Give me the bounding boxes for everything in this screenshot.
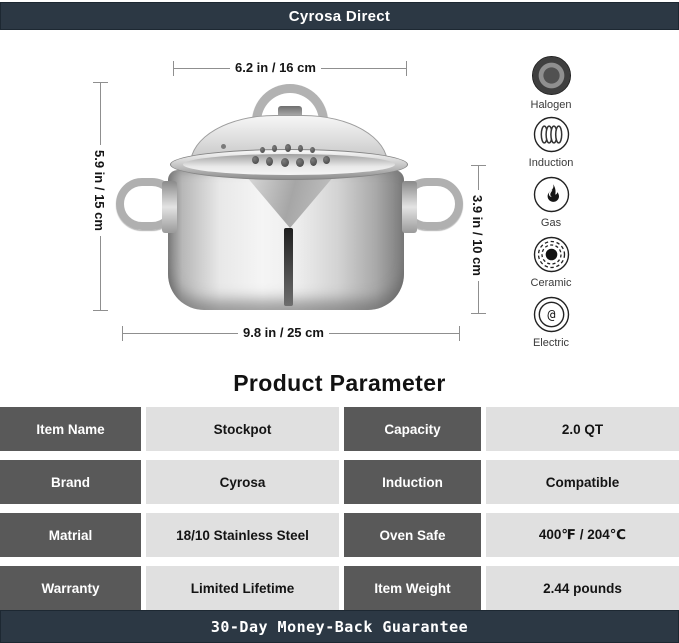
spec-value: Stockpot — [146, 407, 339, 451]
strainer-hole — [296, 158, 304, 167]
spec-value: 18/10 Stainless Steel — [146, 513, 339, 557]
compat-ceramic: Ceramic — [521, 236, 581, 289]
spec-label: Brand — [0, 460, 141, 504]
induction-label: Induction — [521, 157, 581, 169]
product-infographic: Cyrosa Direct 6.2 in / 16 cm — [0, 0, 679, 643]
compat-electric: @ Electric — [521, 296, 581, 349]
lid-screw — [221, 144, 226, 149]
dimension-top-label: 6.2 in / 16 cm — [230, 60, 321, 75]
spec-label: Capacity — [344, 407, 481, 451]
spec-label: Matrial — [0, 513, 141, 557]
spec-value: Cyrosa — [146, 460, 339, 504]
dimension-bottom-label: 9.8 in / 25 cm — [238, 325, 329, 340]
compat-halogen: Halogen — [521, 56, 581, 111]
spec-value: Limited Lifetime — [146, 566, 339, 610]
strainer-hole — [310, 147, 315, 153]
spec-label: Induction — [344, 460, 481, 504]
spec-value: 400℉ / 204℃ — [486, 513, 679, 557]
gas-label: Gas — [521, 217, 581, 229]
compat-induction: Induction — [521, 116, 581, 169]
spec-label: Oven Safe — [344, 513, 481, 557]
spec-table: Item Name Stockpot Capacity 2.0 QT Brand… — [0, 407, 679, 610]
electric-icon: @ — [533, 296, 570, 333]
guarantee-text: 30-Day Money-Back Guarantee — [211, 618, 468, 636]
halogen-icon — [532, 56, 571, 95]
pot-reflection-stripe — [284, 228, 293, 306]
dimension-left-label: 5.9 in / 15 cm — [92, 145, 107, 236]
brand-title: Cyrosa Direct — [289, 8, 390, 25]
brand-banner: Cyrosa Direct — [0, 2, 679, 30]
compat-gas: Gas — [521, 176, 581, 229]
strainer-hole — [252, 156, 259, 164]
halogen-label: Halogen — [521, 99, 581, 111]
pot-right-handle-mount — [402, 181, 417, 233]
strainer-hole — [285, 144, 291, 152]
page-title: Product Parameter — [0, 370, 679, 397]
strainer-hole — [281, 158, 289, 167]
strainer-hole — [310, 157, 317, 166]
strainer-hole — [272, 145, 277, 152]
strainer-hole — [266, 157, 273, 166]
spec-value: Compatible — [486, 460, 679, 504]
strainer-hole — [323, 156, 330, 164]
strainer-hole — [260, 147, 265, 153]
spec-label: Item Name — [0, 407, 141, 451]
ceramic-label: Ceramic — [521, 277, 581, 289]
ceramic-icon — [533, 236, 570, 273]
spec-label: Warranty — [0, 566, 141, 610]
electric-label: Electric — [521, 337, 581, 349]
strainer-hole — [298, 145, 303, 152]
pot-left-handle-mount — [162, 181, 177, 233]
gas-icon — [533, 176, 570, 213]
lid-rim-inner — [183, 154, 395, 175]
dimension-right-label: 3.9 in / 10 cm — [470, 190, 485, 281]
svg-text:@: @ — [547, 307, 555, 323]
spec-value: 2.44 pounds — [486, 566, 679, 610]
spec-label: Item Weight — [344, 566, 481, 610]
guarantee-banner: 30-Day Money-Back Guarantee — [0, 610, 679, 643]
induction-icon — [533, 116, 570, 153]
spec-value: 2.0 QT — [486, 407, 679, 451]
